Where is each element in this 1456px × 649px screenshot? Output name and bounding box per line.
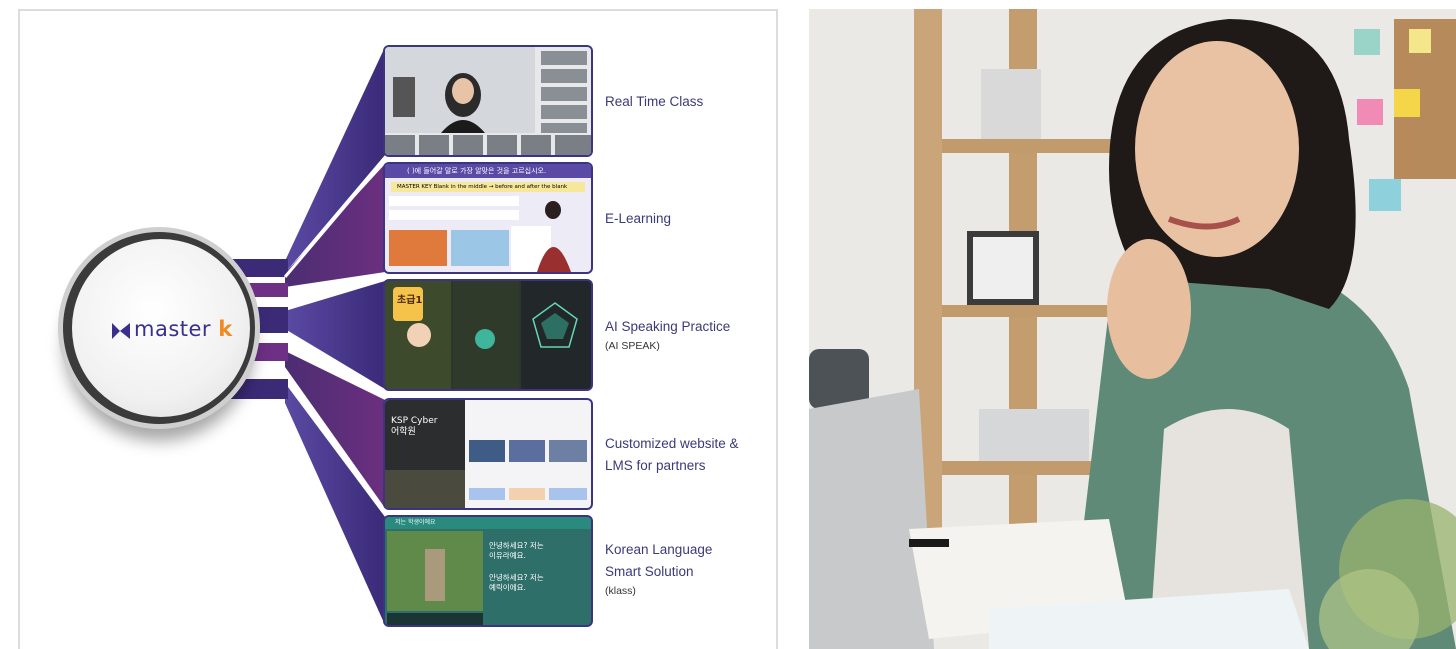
label-klass: Korean Language Smart Solution (klass) xyxy=(605,542,713,597)
speak-level-badge: 초급1 xyxy=(397,295,423,306)
brand-wordmark: master k xyxy=(134,317,233,341)
thumb-klass: 저는 학생이에요 안녕하세요? 저는 이유라예요. 안녕하세요? 저는 예릭이에요. xyxy=(385,517,591,625)
elearning-key-banner: MASTER KEY Blank in the middle → before … xyxy=(391,182,585,192)
master-k-logo-icon xyxy=(112,323,130,339)
elearning-header: ( )에 들어갈 말로 가장 알맞은 것을 고르십시오. xyxy=(385,164,591,178)
video-call-illustration xyxy=(385,47,591,155)
thumb-e-learning: ( )에 들어갈 말로 가장 알맞은 것을 고르십시오. MASTER KEY … xyxy=(385,164,591,272)
thumb-ai-speaking: 초급1 xyxy=(385,281,591,389)
services-diagram: master k Real Time Class ( )에 들어갈 말로 가장 … xyxy=(18,9,778,649)
label-custom-website: Customized website & LMS for partners xyxy=(605,436,739,473)
klass-chat-2: 안녕하세요? 저는 예릭이에요. xyxy=(489,573,544,592)
label-ai-speaking: AI Speaking Practice (AI SPEAK) xyxy=(605,319,731,352)
klass-header: 저는 학생이에요 xyxy=(385,517,591,529)
student-photo xyxy=(809,9,1456,649)
label-e-learning: E-Learning xyxy=(605,211,672,226)
klass-chat-1: 안녕하세요? 저는 이유라예요. xyxy=(489,541,544,560)
thumb-custom-website: KSP Cyber 어학원 xyxy=(385,400,591,508)
label-real-time-class: Real Time Class xyxy=(605,94,704,109)
student-laptop-photo-illustration xyxy=(809,9,1456,649)
thumb-real-time-class xyxy=(385,47,591,155)
lms-site-title: KSP Cyber 어학원 xyxy=(391,416,438,437)
elearning-slide-illustration xyxy=(389,196,571,272)
